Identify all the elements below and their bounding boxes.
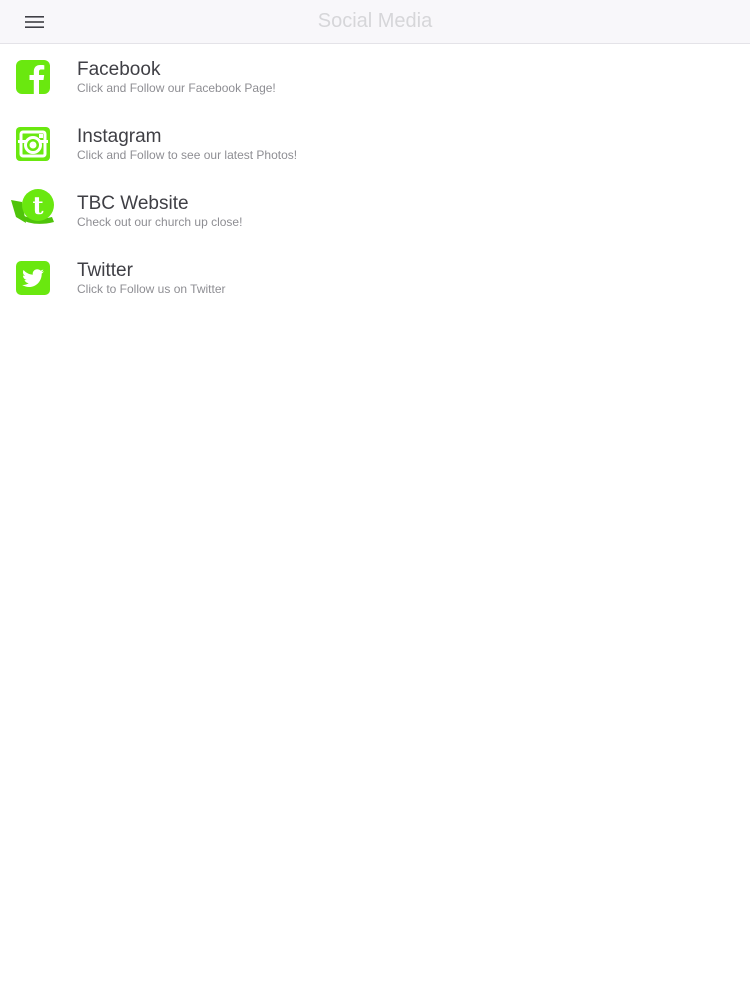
app-screen: Social Media Facebook Click and Follow o… xyxy=(0,0,750,1000)
hamburger-menu-icon xyxy=(25,16,44,28)
list-item-subtitle: Click to Follow us on Twitter xyxy=(77,282,226,296)
list-item-facebook[interactable]: Facebook Click and Follow our Facebook P… xyxy=(0,44,750,111)
tbc-website-icon: t xyxy=(10,189,58,229)
list-item-twitter[interactable]: Twitter Click to Follow us on Twitter xyxy=(0,245,750,312)
twitter-icon xyxy=(15,260,51,296)
list-item-text: Instagram Click and Follow to see our la… xyxy=(77,125,297,162)
facebook-icon xyxy=(15,59,51,95)
list-item-instagram[interactable]: Instagram Click and Follow to see our la… xyxy=(0,111,750,178)
list-item-subtitle: Click and Follow to see our latest Photo… xyxy=(77,148,298,162)
social-media-list: Facebook Click and Follow our Facebook P… xyxy=(0,44,750,312)
list-item-tbc-website[interactable]: t TBC Website Check out our church up cl… xyxy=(0,178,750,245)
svg-text:t: t xyxy=(32,191,43,220)
instagram-icon xyxy=(15,126,51,162)
list-item-title: Facebook xyxy=(77,59,161,80)
menu-button[interactable] xyxy=(20,9,50,35)
list-item-text: Twitter Click to Follow us on Twitter xyxy=(77,259,226,296)
list-item-title: TBC Website xyxy=(77,193,189,214)
list-item-text: TBC Website Check out our church up clos… xyxy=(77,192,242,229)
page-title: Social Media xyxy=(317,10,433,32)
list-item-subtitle: Check out our church up close! xyxy=(77,215,243,229)
navigation-bar: Social Media xyxy=(0,0,750,44)
list-item-subtitle: Click and Follow our Facebook Page! xyxy=(77,81,276,95)
list-item-text: Facebook Click and Follow our Facebook P… xyxy=(77,58,276,95)
list-item-title: Twitter xyxy=(77,260,133,281)
list-item-title: Instagram xyxy=(77,126,162,147)
